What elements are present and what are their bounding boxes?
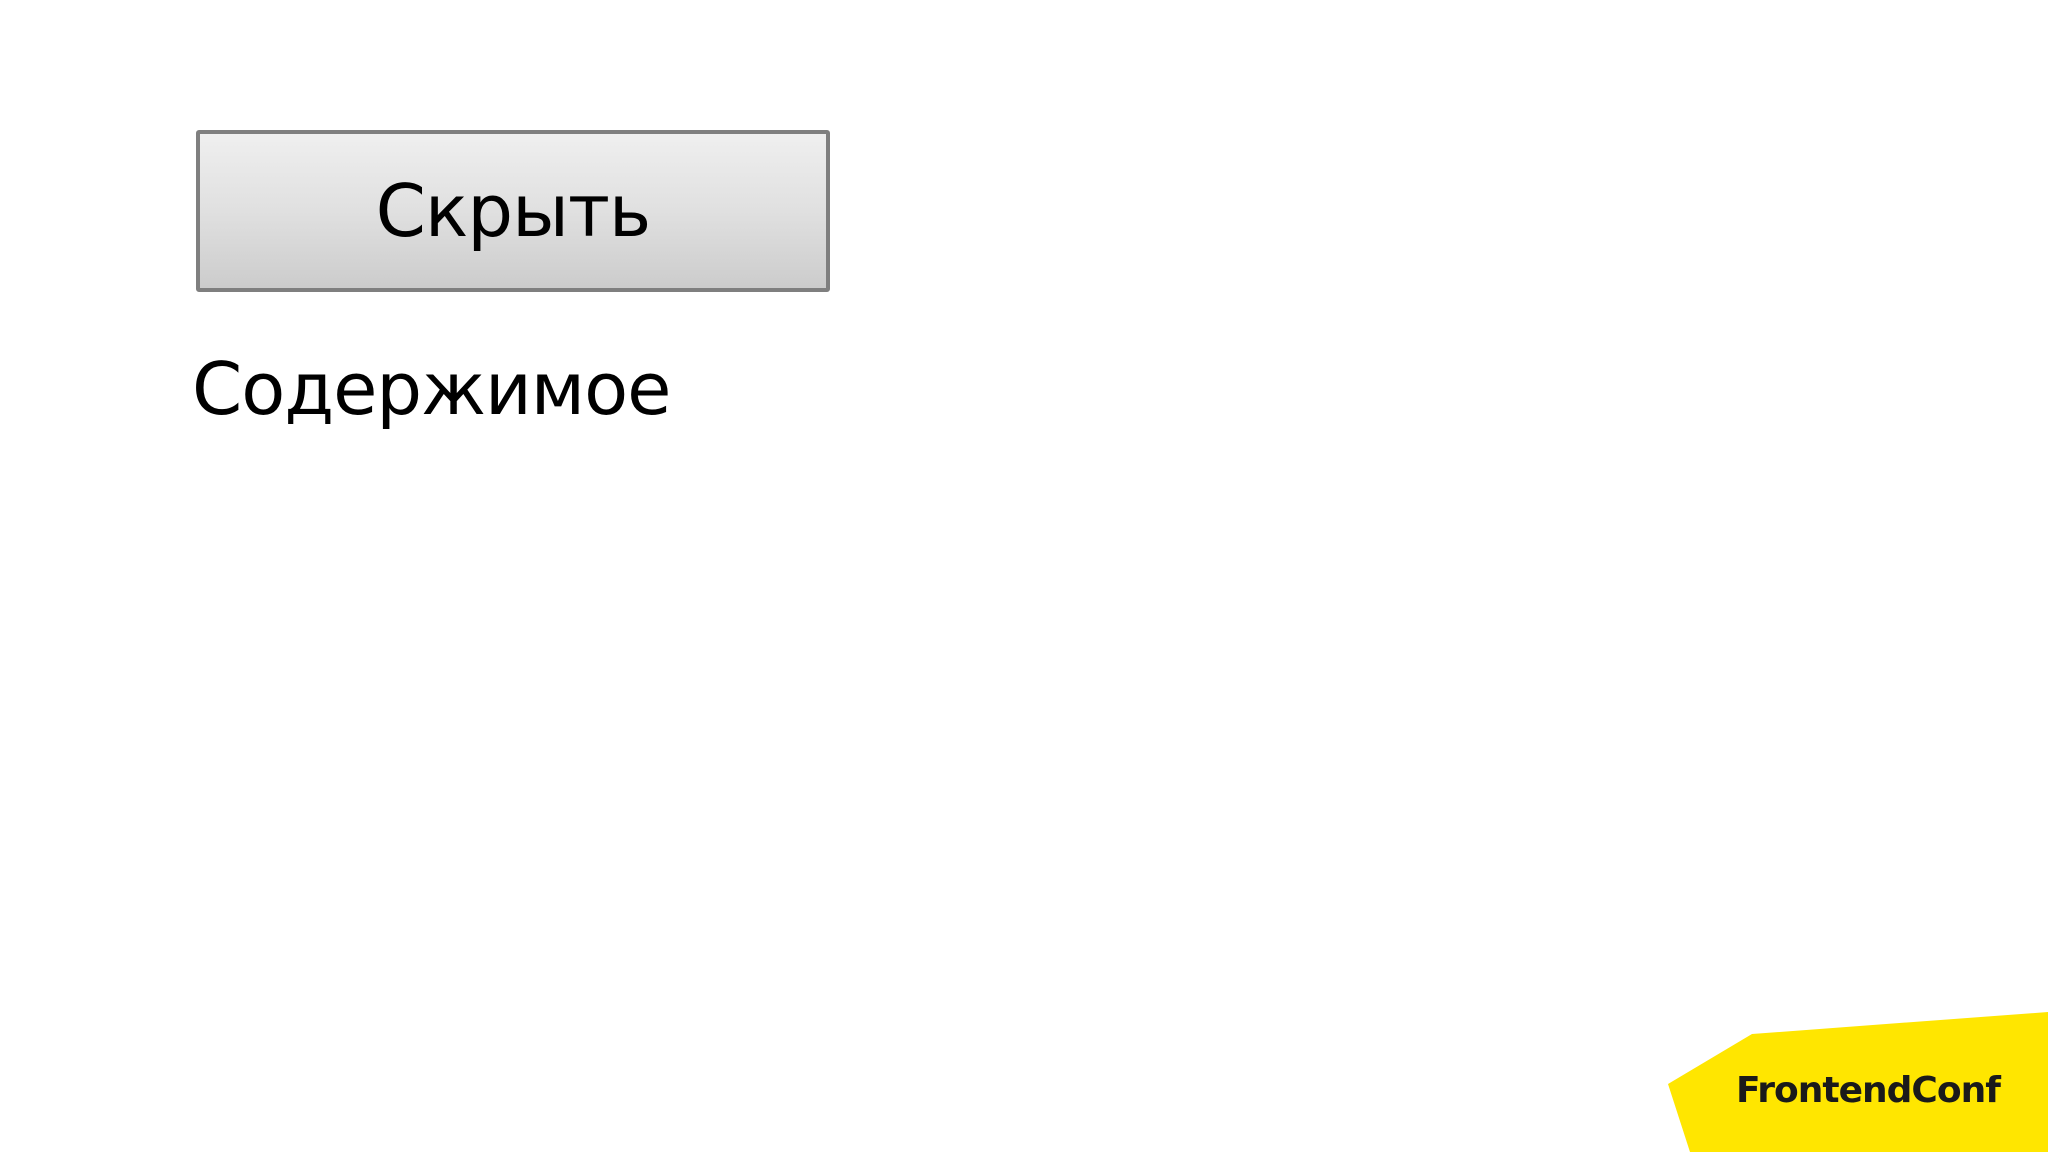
slide: Скрыть Содержимое FrontendConf — [0, 0, 2048, 1152]
brand-badge: FrontendConf — [1660, 1008, 2048, 1152]
brand-logo-text: FrontendConf — [1736, 1070, 2001, 1111]
hide-button-label: Скрыть — [375, 169, 652, 253]
hide-button[interactable]: Скрыть — [196, 130, 830, 292]
content-text: Содержимое — [192, 347, 671, 431]
